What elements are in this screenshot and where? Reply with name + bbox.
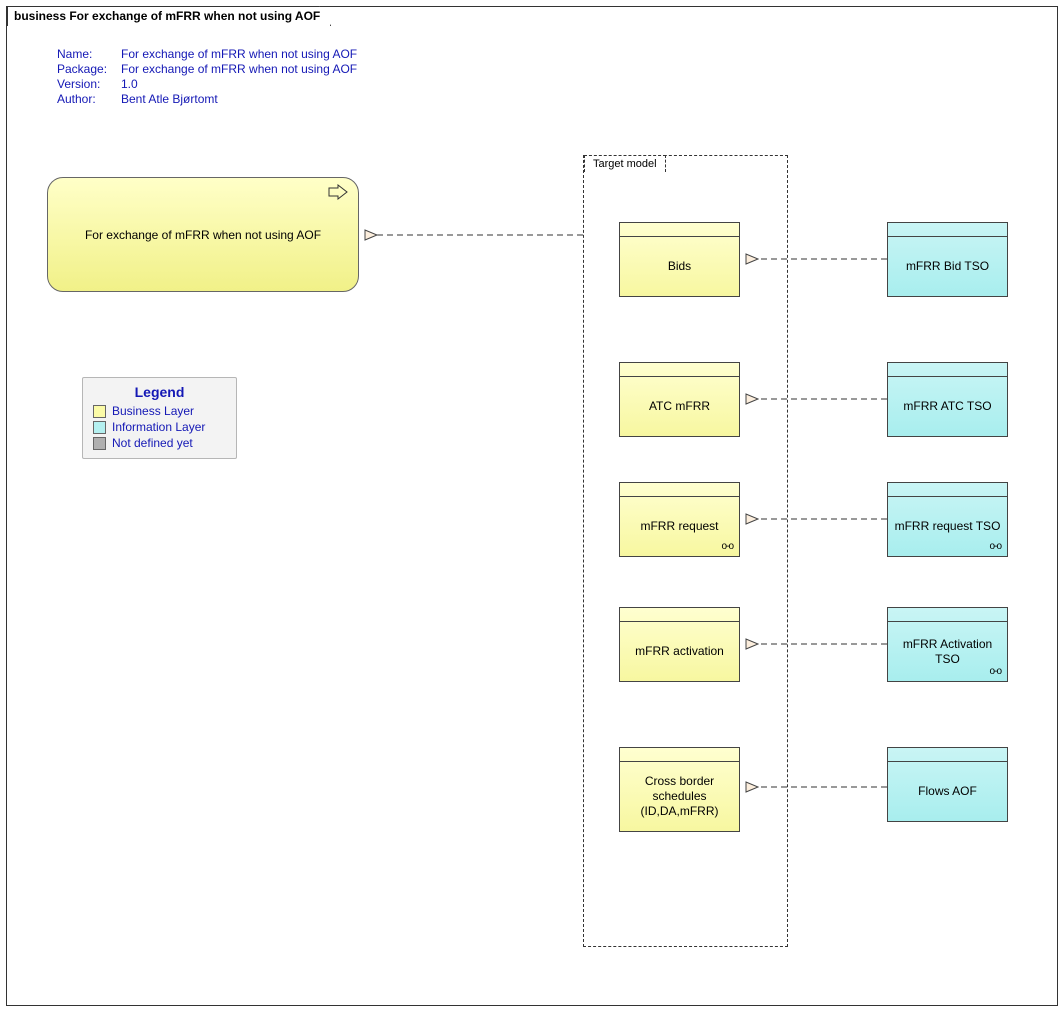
business-box-bids: Bids — [619, 222, 740, 297]
info-box-flows-aof: Flows AOF — [887, 747, 1008, 822]
meta-package-label: Package: — [57, 62, 121, 76]
process-arrow-icon — [328, 184, 348, 203]
meta-name-value: For exchange of mFRR when not using AOF — [121, 47, 357, 61]
info-box-mfrr-bid-tso: mFRR Bid TSO — [887, 222, 1008, 297]
info-box-mfrr-activation-tso: mFRR Activation TSO o-o — [887, 607, 1008, 682]
main-business-process: For exchange of mFRR when not using AOF — [47, 177, 359, 292]
business-box-atc-mfrr: ATC mFRR — [619, 362, 740, 437]
legend-swatch-cyan — [93, 421, 106, 434]
meta-author-label: Author: — [57, 92, 121, 106]
info-box-label: mFRR request TSO — [895, 519, 1001, 534]
legend-item-undefined: Not defined yet — [93, 436, 226, 450]
main-business-process-label: For exchange of mFRR when not using AOF — [85, 228, 321, 242]
info-box-label: Flows AOF — [918, 784, 977, 799]
legend-label: Not defined yet — [112, 436, 193, 450]
business-box-label: mFRR request — [640, 519, 718, 534]
info-box-mfrr-atc-tso: mFRR ATC TSO — [887, 362, 1008, 437]
frame-title: business For exchange of mFRR when not u… — [7, 6, 331, 26]
meta-version-value: 1.0 — [121, 77, 138, 91]
business-box-mfrr-activation: mFRR activation — [619, 607, 740, 682]
legend-swatch-gray — [93, 437, 106, 450]
legend-label: Information Layer — [112, 420, 205, 434]
meta-author-value: Bent Atle Bjørtomt — [121, 92, 218, 106]
info-box-label: mFRR Bid TSO — [906, 259, 989, 274]
meta-block: Name: For exchange of mFRR when not usin… — [57, 47, 357, 107]
legend-title: Legend — [93, 384, 226, 400]
link-icon: o-o — [990, 541, 1001, 554]
link-icon: o-o — [990, 666, 1001, 679]
business-box-mfrr-request: mFRR request o-o — [619, 482, 740, 557]
legend-item-information: Information Layer — [93, 420, 226, 434]
link-icon: o-o — [722, 541, 733, 554]
info-box-label: mFRR Activation TSO — [892, 637, 1003, 667]
meta-package-value: For exchange of mFRR when not using AOF — [121, 62, 357, 76]
legend-item-business: Business Layer — [93, 404, 226, 418]
info-box-label: mFRR ATC TSO — [903, 399, 991, 414]
target-model-label: Target model — [584, 155, 666, 172]
business-box-label: ATC mFRR — [649, 399, 710, 414]
business-box-label: Bids — [668, 259, 691, 274]
diagram-frame: business For exchange of mFRR when not u… — [6, 6, 1058, 1006]
info-box-mfrr-request-tso: mFRR request TSO o-o — [887, 482, 1008, 557]
meta-name-label: Name: — [57, 47, 121, 61]
meta-version-label: Version: — [57, 77, 121, 91]
legend: Legend Business Layer Information Layer … — [82, 377, 237, 459]
business-box-label: mFRR activation — [635, 644, 724, 659]
legend-swatch-yellow — [93, 405, 106, 418]
business-box-label: Cross border schedules (ID,DA,mFRR) — [624, 774, 735, 819]
legend-label: Business Layer — [112, 404, 194, 418]
business-box-cross-border: Cross border schedules (ID,DA,mFRR) — [619, 747, 740, 832]
